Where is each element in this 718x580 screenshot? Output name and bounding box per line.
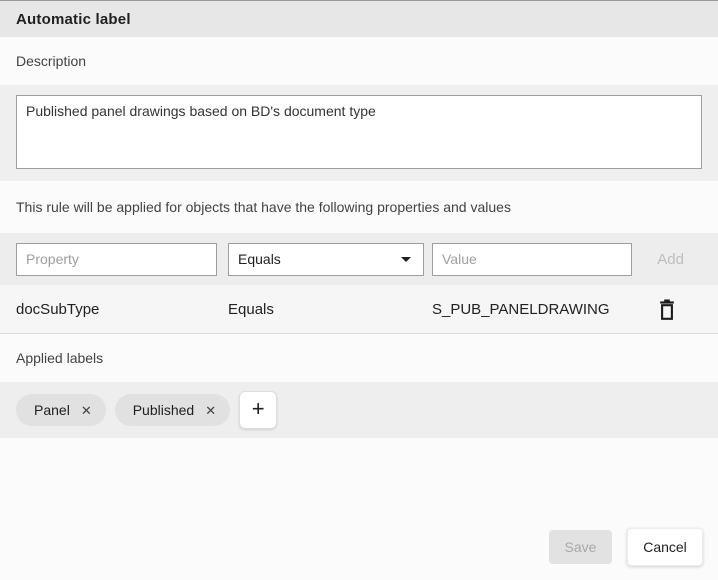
description-label: Description <box>16 53 86 69</box>
description-textarea-section: Published panel drawings based on BD's d… <box>0 85 718 181</box>
applied-labels-title: Applied labels <box>16 350 103 366</box>
dialog-title: Automatic label <box>16 11 131 28</box>
rule-value-cell: S_PUB_PANELDRAWING <box>432 301 656 318</box>
automatic-label-dialog: Automatic label Description Published pa… <box>0 0 718 580</box>
dialog-footer: Save Cancel <box>0 438 718 580</box>
cancel-button[interactable]: Cancel <box>627 528 703 566</box>
description-section: Description <box>0 37 718 85</box>
add-label-button[interactable]: + <box>239 391 277 429</box>
dialog-header: Automatic label <box>0 1 718 37</box>
label-chip-text: Panel <box>34 402 70 418</box>
rule-sentence-section: This rule will be applied for objects th… <box>0 181 718 233</box>
operator-selected-value: Equals <box>238 251 281 267</box>
label-chip-panel: Panel ✕ <box>16 394 106 426</box>
rule-sentence: This rule will be applied for objects th… <box>16 199 511 215</box>
rule-table-row: docSubType Equals S_PUB_PANELDRAWING <box>0 285 718 334</box>
trash-icon <box>658 299 676 320</box>
rule-operator-cell: Equals <box>228 301 432 318</box>
remove-label-icon[interactable]: ✕ <box>81 404 92 417</box>
label-chip-published: Published ✕ <box>115 394 230 426</box>
label-chip-text: Published <box>133 402 195 418</box>
value-input[interactable] <box>432 243 632 276</box>
property-input[interactable] <box>16 243 217 276</box>
chevron-down-icon <box>401 257 411 262</box>
save-button[interactable]: Save <box>549 530 612 564</box>
description-textarea[interactable]: Published panel drawings based on BD's d… <box>16 95 702 169</box>
rule-property-cell: docSubType <box>16 301 228 318</box>
remove-label-icon[interactable]: ✕ <box>205 404 216 417</box>
add-rule-button[interactable]: Add <box>651 250 690 269</box>
labels-chips-row: Panel ✕ Published ✕ + <box>0 382 718 438</box>
filter-row: Equals Add <box>0 233 718 285</box>
delete-rule-button[interactable] <box>656 297 678 322</box>
applied-labels-section: Applied labels <box>0 334 718 382</box>
plus-icon: + <box>252 396 265 422</box>
operator-select[interactable]: Equals <box>228 243 424 276</box>
